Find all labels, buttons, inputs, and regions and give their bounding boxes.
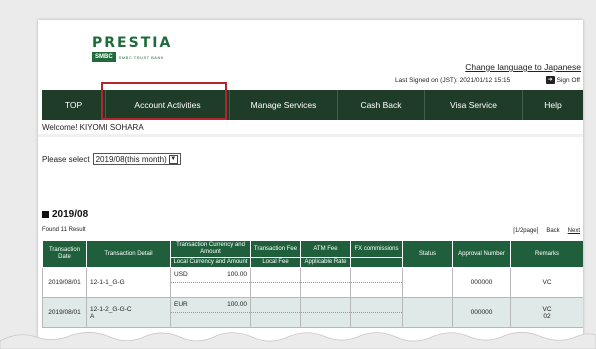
period-title: 2019/08 — [42, 209, 88, 220]
col-header-date: Transaction Date — [42, 240, 87, 268]
period-select[interactable]: 2019/08(this month) ▼ — [92, 153, 181, 165]
result-count: Found 11 Result — [42, 227, 86, 233]
smbc-trust-text: SMBC TRUST BANK — [118, 54, 165, 60]
page-indicator: [1/2page] — [513, 228, 539, 234]
row-fx — [350, 297, 403, 328]
row-atm-fee — [300, 267, 351, 298]
row-remarks-line1: VC — [542, 305, 552, 313]
row-date: 2019/08/01 — [42, 297, 87, 328]
table-row[interactable]: 2019/08/01 12-1-1_G-G USD 100.00 000000 V… — [42, 267, 583, 298]
row-approval: 000000 — [452, 297, 511, 328]
col-header-detail: Transaction Detail — [86, 240, 171, 268]
row-fee — [250, 297, 301, 328]
screenshot-frame: PRESTIA SMBC SMBC TRUST BANK Change lang… — [0, 0, 596, 349]
welcome-text: Welcome! KIYOMI SOHARA — [42, 123, 144, 132]
bank-page: PRESTIA SMBC SMBC TRUST BANK Change lang… — [38, 20, 583, 349]
col-header-fee: Transaction Fee — [250, 240, 301, 258]
row-remarks: VC — [510, 267, 583, 298]
period-select-row: Please select 2019/08(this month) ▼ — [42, 153, 181, 165]
row-detail-line1: 12-1-2_G-G-C — [90, 305, 132, 313]
table-row[interactable]: 2019/08/01 12-1-2_G-G-C A EUR 100.00 00000… — [42, 297, 583, 328]
col-header-rate: Applicable Rate — [300, 257, 351, 268]
smbc-sublogo: SMBC SMBC TRUST BANK — [92, 52, 172, 62]
row-detail: 12-1-2_G-G-C A — [86, 297, 171, 328]
period-select-label: Please select — [42, 154, 90, 164]
col-header-fx: FX commissions — [350, 240, 403, 258]
row-remarks-line2: 02 — [543, 312, 551, 320]
row-detail-line2: A — [90, 312, 95, 320]
row-amount-value: 100.00 — [227, 300, 247, 308]
col-header-currency-amount: Transaction Currency and Amount — [170, 240, 251, 258]
divider — [38, 134, 583, 137]
col-header-remarks: Remarks — [510, 240, 583, 268]
row-approval: 000000 — [452, 267, 511, 298]
period-select-value: 2019/08(this month) — [95, 154, 167, 164]
square-bullet-icon — [42, 211, 49, 218]
back-link[interactable]: Back — [546, 228, 559, 234]
row-status — [402, 297, 453, 328]
row-detail: 12-1-1_G-G — [86, 267, 171, 298]
col-header-local-fee: Local Fee — [250, 257, 301, 268]
row-fee — [250, 267, 301, 298]
row-amount: EUR 100.00 — [170, 297, 251, 328]
highlight-box — [101, 82, 227, 120]
next-link[interactable]: Next — [568, 228, 580, 234]
torn-edge — [0, 332, 596, 349]
sign-off-button[interactable]: ➜ Sign Off — [545, 76, 580, 84]
col-header-status: Status — [402, 240, 453, 268]
nav-top[interactable]: TOP — [42, 90, 105, 120]
col-header-approval: Approval Number — [452, 240, 511, 268]
exit-icon: ➜ — [545, 76, 555, 84]
transactions-table: Transaction Date Transaction Detail Tran… — [42, 240, 583, 328]
chevron-down-icon: ▼ — [168, 154, 178, 164]
col-header-atm-fee: ATM Fee — [300, 240, 351, 258]
row-date: 2019/08/01 — [42, 267, 87, 298]
row-amount-value: 100.00 — [227, 270, 247, 278]
nav-cash-back[interactable]: Cash Back — [337, 90, 424, 120]
nav-manage-services[interactable]: Manage Services — [229, 90, 337, 120]
row-atm-fee — [300, 297, 351, 328]
row-status — [402, 267, 453, 298]
nav-visa-service[interactable]: Visa Service — [424, 90, 522, 120]
brand-name: PRESTIA — [92, 35, 173, 51]
smbc-badge: SMBC — [92, 52, 116, 62]
row-currency: USD — [174, 270, 188, 278]
row-currency: EUR — [174, 300, 188, 308]
row-remarks: VC 02 — [510, 297, 583, 328]
col-header-fx-blank — [350, 257, 403, 268]
period-title-text: 2019/08 — [52, 209, 89, 220]
pagination: [1/2page] Back Next — [513, 228, 580, 234]
prestia-logo[interactable]: PRESTIA SMBC SMBC TRUST BANK — [92, 36, 172, 62]
change-language-link[interactable]: Change language to Japanese — [465, 62, 581, 72]
row-amount: USD 100.00 — [170, 267, 251, 298]
nav-help[interactable]: Help — [522, 90, 583, 120]
last-signed-text: Last Signed on (JST): 2021/01/12 15:15 — [395, 77, 511, 84]
col-header-local-amount: Local Currency and Amount — [170, 257, 251, 268]
row-fx — [350, 267, 403, 298]
sign-off-label: Sign Off — [556, 76, 580, 84]
